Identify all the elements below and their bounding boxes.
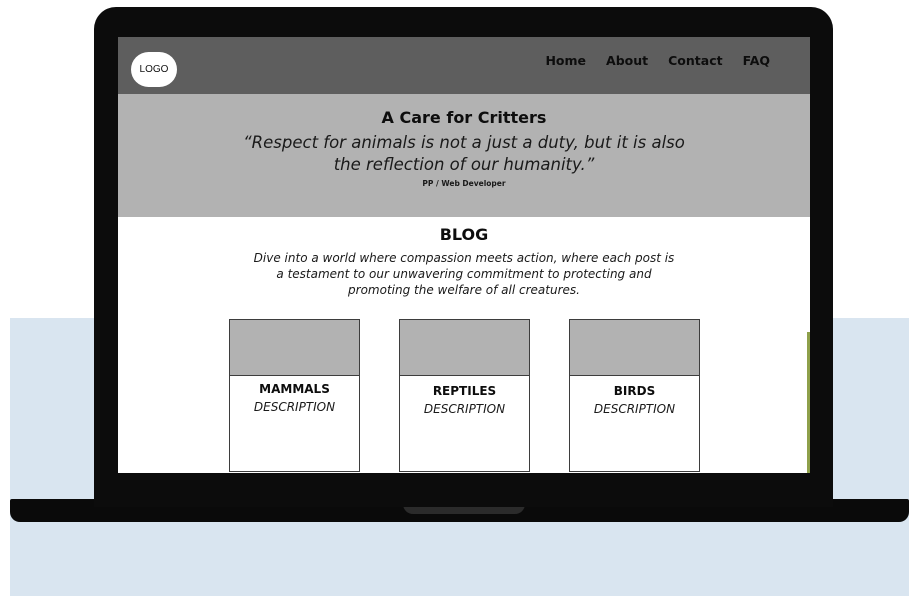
card-title: BIRDS [613, 384, 656, 398]
card-title: MAMMALS [259, 382, 330, 396]
hero-author: PP / Web Developer [422, 179, 506, 188]
nav-link-faq[interactable]: FAQ [743, 53, 770, 68]
logo[interactable]: LOGO [131, 52, 177, 87]
card-image-placeholder [230, 320, 359, 376]
card-birds[interactable]: BIRDS DESCRIPTION [569, 319, 700, 472]
blog-title: BLOG [439, 225, 489, 244]
card-mammals[interactable]: MAMMALS DESCRIPTION [229, 319, 360, 472]
nav-links: Home About Contact FAQ [545, 53, 770, 68]
card-title: REPTILES [432, 384, 497, 398]
card-description: DESCRIPTION [593, 402, 676, 416]
hero-quote: “Respect for animals is not a just a dut… [243, 133, 685, 174]
nav-link-contact[interactable]: Contact [668, 53, 722, 68]
nav-link-about[interactable]: About [606, 53, 648, 68]
card-image-placeholder [570, 320, 699, 376]
card-description: DESCRIPTION [423, 402, 506, 416]
laptop-screen: LOGO Home About Contact FAQ A Care for C… [118, 37, 810, 473]
hero-title: A Care for Critters [381, 108, 547, 127]
card-reptiles[interactable]: REPTILES DESCRIPTION [399, 319, 530, 472]
blog-description: Dive into a world where compassion meets… [253, 251, 675, 297]
card-description: DESCRIPTION [253, 400, 336, 414]
nav-link-home[interactable]: Home [545, 53, 586, 68]
hero-banner: A Care for Critters “Respect for animals… [118, 94, 810, 217]
card-image-placeholder [400, 320, 529, 376]
navbar: LOGO Home About Contact FAQ [118, 37, 810, 94]
accent-strip [807, 332, 810, 473]
